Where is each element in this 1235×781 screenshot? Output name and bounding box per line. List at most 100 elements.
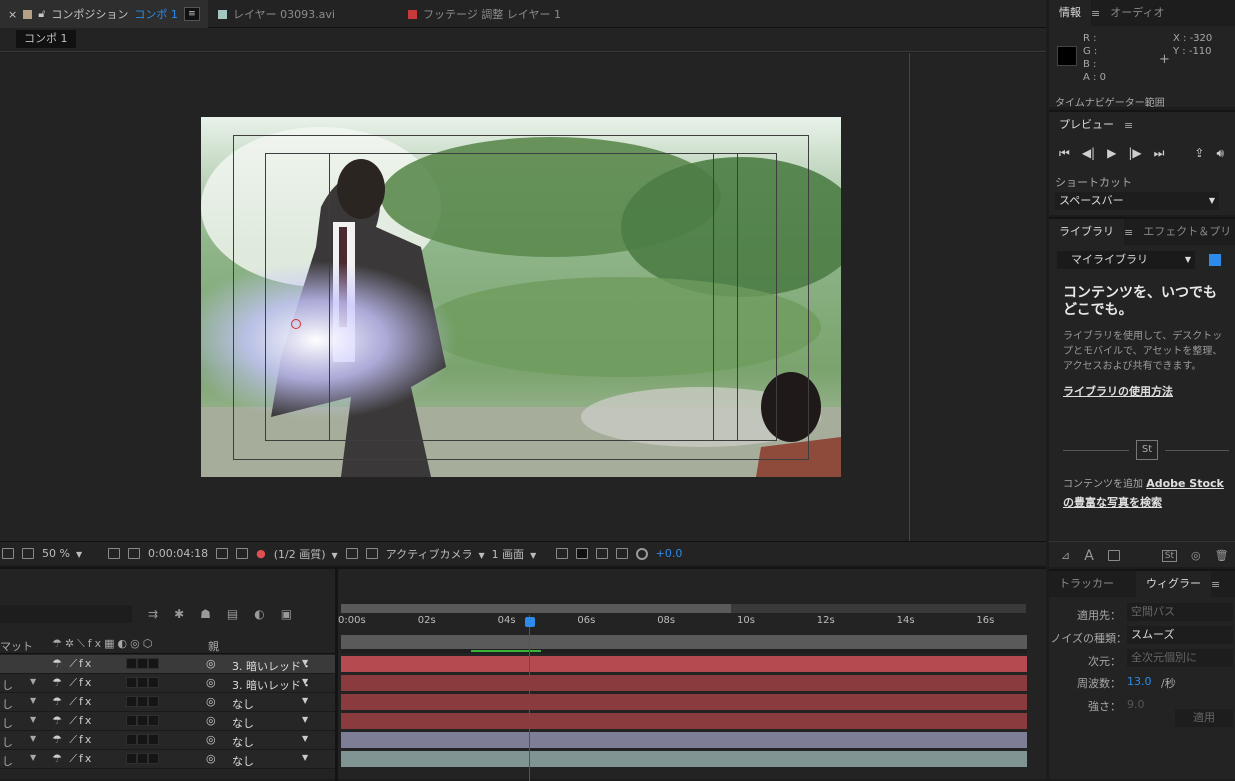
- layer-switches[interactable]: ☂ ⟋fx: [52, 695, 93, 709]
- prev-frame-icon[interactable]: ◀|: [1082, 146, 1095, 161]
- cc-icon[interactable]: ◎: [1191, 549, 1201, 562]
- time-navigator[interactable]: [341, 604, 1026, 613]
- pickwhip-icon[interactable]: ◎: [206, 676, 216, 689]
- chevron-down-icon[interactable]: ▼: [302, 734, 308, 743]
- comp-breadcrumb[interactable]: コンポ 1: [16, 30, 76, 48]
- shortcut-select[interactable]: スペースバー ▼: [1055, 192, 1219, 210]
- color-channel-icon[interactable]: ●: [256, 547, 266, 560]
- flowchart-icon[interactable]: [615, 548, 628, 559]
- channel-icon[interactable]: [236, 548, 249, 559]
- layer-row[interactable]: ☂ ⟋fx ◎ 3. 暗いレッド・ ▼: [0, 655, 335, 674]
- pickwhip-icon[interactable]: ◎: [206, 752, 216, 765]
- chevron-down-icon[interactable]: ▼: [302, 658, 308, 667]
- exposure-icon[interactable]: [635, 547, 648, 560]
- search-input[interactable]: [0, 605, 132, 623]
- panel-menu-icon[interactable]: ≡: [183, 7, 200, 21]
- chevron-down-icon[interactable]: ▼: [30, 734, 36, 743]
- tab-info[interactable]: 情報: [1049, 0, 1091, 26]
- adobe-stock-link[interactable]: Adobe Stock: [1146, 477, 1224, 490]
- layer-duration-bar[interactable]: [341, 675, 1027, 691]
- layer-duration-bar[interactable]: [341, 694, 1027, 710]
- trash-icon[interactable]: 🗑︎: [1215, 549, 1229, 562]
- layer-duration-bar[interactable]: [341, 751, 1027, 767]
- layer-switches[interactable]: ☂ ⟋fx: [52, 752, 93, 766]
- composition-viewer[interactable]: [0, 53, 1046, 541]
- magnitude-value[interactable]: 9.0: [1127, 698, 1145, 711]
- layer-row[interactable]: し ▼ ☂ ⟋fx ◎ なし ▼: [0, 712, 335, 731]
- last-frame-icon[interactable]: ⏭: [1154, 146, 1165, 161]
- chevron-down-icon[interactable]: ▼: [30, 715, 36, 724]
- apply-to-select[interactable]: 空間パス: [1127, 603, 1233, 621]
- panel-menu-icon[interactable]: ≡: [1124, 119, 1133, 132]
- toggle-pixel-icon[interactable]: [555, 548, 568, 559]
- roi-icon[interactable]: [345, 548, 358, 559]
- tab-audio[interactable]: オーディオ: [1100, 0, 1174, 26]
- monitor-icon[interactable]: [22, 548, 34, 559]
- draft-3d-icon[interactable]: ✱: [174, 607, 184, 621]
- graph-editor-icon[interactable]: ▣: [281, 607, 292, 621]
- timeline-icon[interactable]: [595, 548, 608, 559]
- layer-duration-bar[interactable]: [341, 713, 1027, 729]
- tab-composition[interactable]: × 🔓︎ コンポジション コンポ 1 ≡: [0, 0, 208, 28]
- play-icon[interactable]: ▶: [1107, 146, 1116, 161]
- library-help-link[interactable]: ライブラリの使用方法: [1063, 383, 1173, 399]
- views-select[interactable]: 1 画面: [492, 546, 548, 562]
- camera-icon[interactable]: [216, 548, 229, 559]
- playhead-handle[interactable]: [525, 617, 535, 627]
- panel-menu-icon[interactable]: ≡: [1124, 226, 1133, 239]
- chevron-down-icon[interactable]: ▼: [302, 696, 308, 705]
- blend-mode[interactable]: し: [2, 696, 13, 712]
- close-icon[interactable]: ×: [8, 8, 17, 21]
- chevron-down-icon[interactable]: ▼: [30, 753, 36, 762]
- layer-row[interactable]: し ▼ ☂ ⟋fx ◎ なし ▼: [0, 693, 335, 712]
- next-frame-icon[interactable]: |▶: [1128, 146, 1141, 161]
- pickwhip-icon[interactable]: ◎: [206, 657, 216, 670]
- pickwhip-icon[interactable]: ◎: [206, 733, 216, 746]
- frame-blending-icon[interactable]: ▤: [227, 607, 238, 621]
- current-time[interactable]: 0:00:04:18: [148, 547, 208, 560]
- resolution-select[interactable]: (1/2 画質): [274, 546, 338, 562]
- layer-row[interactable]: し ▼ ☂ ⟋fx ◎ なし ▼: [0, 731, 335, 750]
- loop-icon[interactable]: ⇪: [1194, 146, 1204, 161]
- stock-search-link[interactable]: の豊富な写真を検索: [1063, 494, 1235, 512]
- blend-mode[interactable]: し: [2, 677, 13, 693]
- library-select[interactable]: マイライブラリ ▼: [1057, 251, 1195, 269]
- layer-row[interactable]: し ▼ ☂ ⟋fx ◎ 3. 暗いレッド・ ▼: [0, 674, 335, 693]
- blend-mode[interactable]: し: [2, 734, 13, 750]
- comp-mini-flowchart-icon[interactable]: ⇉: [148, 607, 158, 621]
- blend-mode[interactable]: し: [2, 715, 13, 731]
- first-frame-icon[interactable]: ⏮: [1059, 146, 1070, 161]
- navigator-range[interactable]: [341, 604, 731, 613]
- anchor-point-icon[interactable]: [291, 319, 301, 329]
- work-area-bar[interactable]: [341, 635, 1027, 649]
- snapshot-icon[interactable]: [2, 548, 14, 559]
- layer-switches[interactable]: ☂ ⟋fx: [52, 657, 93, 671]
- lock-icon[interactable]: 🔓︎: [38, 7, 45, 21]
- shy-icon[interactable]: ☗: [200, 607, 211, 621]
- chevron-down-icon[interactable]: ▼: [302, 753, 308, 762]
- apply-button[interactable]: 適用: [1175, 709, 1233, 727]
- tab-tracker[interactable]: トラッカー: [1049, 571, 1124, 597]
- tab-layer[interactable]: レイヤー 03093.avi: [210, 0, 343, 28]
- fit-icon[interactable]: [108, 548, 120, 559]
- tab-preview[interactable]: プレビュー: [1049, 112, 1124, 138]
- chevron-down-icon[interactable]: ▼: [302, 715, 308, 724]
- add-element-icon[interactable]: ⊿: [1061, 549, 1070, 562]
- tab-effects-presets[interactable]: エフェクト＆プリ: [1133, 219, 1235, 245]
- zoom-select[interactable]: 50 %: [42, 547, 100, 560]
- layer-duration-bar[interactable]: [341, 732, 1027, 748]
- chevron-down-icon[interactable]: ▼: [30, 677, 36, 686]
- panel-menu-icon[interactable]: ≡: [1091, 7, 1100, 20]
- tab-footage[interactable]: フッテージ 調整 レイヤー 1: [400, 0, 569, 28]
- chevron-down-icon[interactable]: ▼: [302, 677, 308, 686]
- rectangle-icon[interactable]: [1107, 550, 1120, 561]
- exposure-value[interactable]: +0.0: [656, 547, 683, 560]
- dimension-select[interactable]: 全次元個別に: [1127, 649, 1233, 667]
- chevron-down-icon[interactable]: ▼: [30, 696, 36, 705]
- stock-small-icon[interactable]: St: [1161, 549, 1178, 562]
- layer-switches[interactable]: ☂ ⟋fx: [52, 714, 93, 728]
- layer-switches[interactable]: ☂ ⟋fx: [52, 676, 93, 690]
- text-icon[interactable]: A: [1084, 548, 1094, 564]
- transparency-grid-icon[interactable]: [365, 548, 378, 559]
- motion-blur-icon[interactable]: ◐: [254, 607, 264, 621]
